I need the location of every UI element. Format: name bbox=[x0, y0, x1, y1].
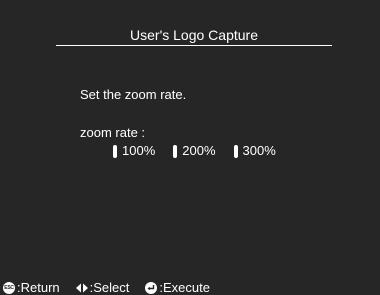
page-title: User's Logo Capture bbox=[130, 27, 258, 43]
footer-return-hint: ESC :Return bbox=[3, 280, 60, 295]
return-label: :Return bbox=[17, 280, 60, 295]
zoom-option-label: 100% bbox=[122, 143, 156, 158]
zoom-option-label: 200% bbox=[182, 143, 216, 158]
footer-execute-hint: :Execute bbox=[145, 280, 210, 295]
zoom-rate-options: 100% 200% 300% bbox=[113, 143, 276, 159]
option-marker-icon bbox=[113, 144, 117, 158]
esc-button-icon: ESC bbox=[3, 282, 15, 294]
option-marker-icon bbox=[233, 144, 238, 158]
option-marker-icon bbox=[173, 144, 178, 158]
left-right-arrows-icon bbox=[75, 283, 88, 293]
select-label: :Select bbox=[89, 280, 130, 295]
zoom-option-100[interactable]: 100% bbox=[113, 143, 155, 159]
instruction-text: Set the zoom rate. bbox=[80, 87, 187, 102]
zoom-option-label: 300% bbox=[242, 143, 276, 158]
zoom-option-200[interactable]: 200% bbox=[173, 143, 216, 159]
zoom-option-300[interactable]: 300% bbox=[233, 143, 276, 159]
footer-help-bar: ESC :Return :Select :Execute bbox=[3, 280, 210, 295]
title-divider bbox=[56, 45, 332, 46]
zoom-rate-label: zoom rate : bbox=[80, 125, 146, 140]
footer-select-hint: :Select bbox=[75, 280, 130, 295]
execute-label: :Execute bbox=[159, 280, 210, 295]
enter-icon bbox=[145, 282, 158, 294]
